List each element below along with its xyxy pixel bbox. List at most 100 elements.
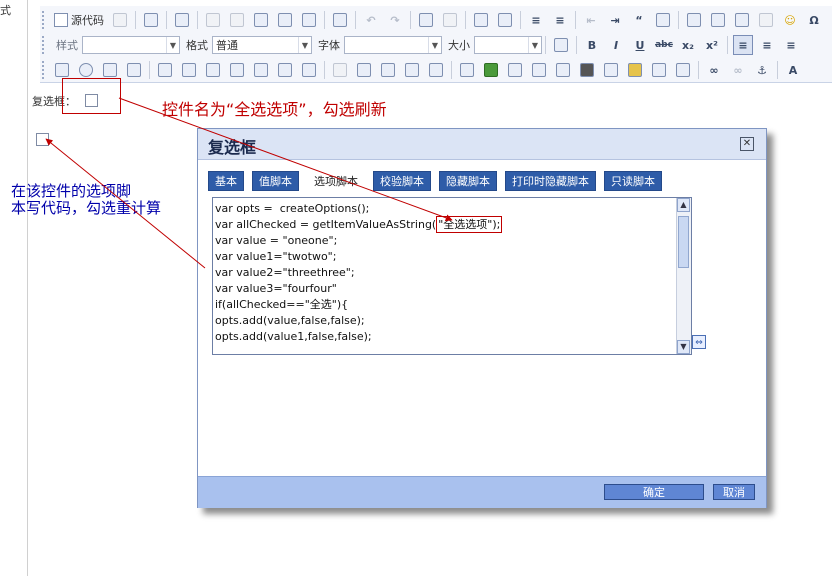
toolbar-row-3: ∞ ∞ ⚓ A [40, 58, 832, 82]
cancel-button[interactable]: 取消 [713, 484, 755, 500]
tab-control-icon[interactable] [275, 60, 295, 80]
tab-value-script[interactable]: 值脚本 [252, 171, 299, 191]
date-control-icon[interactable] [179, 60, 199, 80]
special-char-icon[interactable]: Ω [804, 10, 824, 30]
superscript-button[interactable]: x² [702, 35, 722, 55]
paste-text-icon[interactable] [275, 10, 295, 30]
cut-icon[interactable] [203, 10, 223, 30]
bold-button[interactable]: B [582, 35, 602, 55]
paste-word-icon[interactable] [299, 10, 319, 30]
replace-icon[interactable] [440, 10, 460, 30]
weixin-control-icon[interactable] [673, 60, 693, 80]
div-icon[interactable] [653, 10, 673, 30]
spellcheck-icon[interactable] [330, 10, 350, 30]
size-select[interactable]: ▼ [474, 36, 542, 54]
select-all-icon[interactable] [471, 10, 491, 30]
select-control-icon[interactable] [155, 60, 175, 80]
button-control-icon[interactable] [330, 60, 350, 80]
image-icon[interactable] [684, 10, 704, 30]
pen-control-icon[interactable] [457, 60, 477, 80]
style-select[interactable]: ▼ [82, 36, 180, 54]
close-icon[interactable]: ✕ [740, 137, 754, 151]
chevron-down-icon: ▼ [428, 37, 441, 53]
checkbox-control-icon[interactable] [52, 60, 72, 80]
code-line: opts.add(value1,false,false); [215, 330, 372, 343]
image-upload-control-icon[interactable] [426, 60, 446, 80]
underline-button[interactable]: U [630, 35, 650, 55]
ok-button[interactable]: 确定 [604, 484, 704, 500]
dialog-title: 复选框 [208, 138, 257, 157]
subscript-button[interactable]: x₂ [678, 35, 698, 55]
tab-print-hide-script[interactable]: 打印时隐藏脚本 [505, 171, 596, 191]
strike-button[interactable]: abc [654, 35, 674, 55]
view-control-icon[interactable] [299, 60, 319, 80]
source-code-button[interactable]: 源代码 [50, 11, 108, 29]
new-page-icon[interactable] [110, 10, 130, 30]
radio-control-icon[interactable] [76, 60, 96, 80]
align-left-icon[interactable]: ≡ [733, 35, 753, 55]
indent-icon[interactable]: ⇥ [605, 10, 625, 30]
paste-icon[interactable] [251, 10, 271, 30]
font-label: 字体 [318, 39, 340, 52]
flash-icon[interactable] [708, 10, 728, 30]
redo-icon[interactable]: ↷ [385, 10, 405, 30]
font-select[interactable]: ▼ [344, 36, 442, 54]
map-control-icon[interactable] [529, 60, 549, 80]
left-annotation-line-2: 本写代码，勾选重计算 [11, 199, 162, 217]
textfield-control-icon[interactable] [100, 60, 120, 80]
scroll-down-icon[interactable]: ▼ [677, 340, 690, 354]
copy-icon[interactable] [227, 10, 247, 30]
format-select[interactable]: 普通 ▼ [212, 36, 312, 54]
tab-validation-script[interactable]: 校验脚本 [373, 171, 431, 191]
vertical-scrollbar[interactable]: ▲ ▼ [676, 198, 691, 354]
script-code[interactable]: var opts = createOptions(); var allChecke… [215, 201, 675, 353]
blockquote-icon[interactable]: “ [629, 10, 649, 30]
tree-control-icon[interactable] [203, 60, 223, 80]
excel-control-icon[interactable] [625, 60, 645, 80]
toolbar-row-1: 源代码 ↶ ↷ ≡ ≡ ⇤ ⇥ “ ☺ Ω [40, 8, 832, 32]
align-right-icon[interactable]: ≡ [781, 35, 801, 55]
flow-control-icon[interactable] [553, 60, 573, 80]
link-icon[interactable]: ∞ [704, 60, 724, 80]
unlink-icon[interactable]: ∞ [728, 60, 748, 80]
upload-control-icon[interactable] [402, 60, 422, 80]
undo-icon[interactable]: ↶ [361, 10, 381, 30]
tab-option-script[interactable]: 选项脚本 [307, 171, 365, 191]
tab-basic[interactable]: 基本 [208, 171, 244, 191]
gutter-char: 式 [0, 4, 11, 17]
attachment-control-icon[interactable] [378, 60, 398, 80]
photo-control-icon[interactable] [577, 60, 597, 80]
include-control-icon[interactable] [354, 60, 374, 80]
tab-hide-script[interactable]: 隐藏脚本 [439, 171, 497, 191]
find-icon[interactable] [416, 10, 436, 30]
font-color-icon[interactable]: A [783, 60, 803, 80]
scroll-thumb[interactable] [678, 216, 689, 268]
numbered-list-icon[interactable]: ≡ [526, 10, 546, 30]
template-icon[interactable] [172, 10, 192, 30]
horizontal-rule-icon[interactable] [756, 10, 776, 30]
scroll-up-icon[interactable]: ▲ [677, 198, 690, 212]
show-blocks-icon[interactable] [551, 35, 571, 55]
grid-control-icon[interactable] [481, 60, 501, 80]
anchor-icon[interactable]: ⚓ [752, 60, 772, 80]
tab-readonly-script[interactable]: 只读脚本 [604, 171, 662, 191]
table-icon[interactable] [732, 10, 752, 30]
user-control-icon[interactable] [251, 60, 271, 80]
align-center-icon[interactable]: ≡ [757, 35, 777, 55]
smiley-icon[interactable]: ☺ [780, 10, 800, 30]
preview-icon[interactable] [141, 10, 161, 30]
highlighted-argument: "全选选项"); [436, 216, 503, 233]
report-control-icon[interactable] [505, 60, 525, 80]
online-control-icon[interactable] [649, 60, 669, 80]
code-line: var opts = createOptions(); [215, 202, 370, 215]
italic-button[interactable]: I [606, 35, 626, 55]
script-editor[interactable]: var opts = createOptions(); var allChecke… [212, 197, 692, 355]
textarea-control-icon[interactable] [124, 60, 144, 80]
remove-format-icon[interactable] [495, 10, 515, 30]
outdent-icon[interactable]: ⇤ [581, 10, 601, 30]
options-checkbox[interactable] [36, 133, 49, 146]
bulleted-list-icon[interactable]: ≡ [550, 10, 570, 30]
department-control-icon[interactable] [227, 60, 247, 80]
word-control-icon[interactable] [601, 60, 621, 80]
expand-editor-icon[interactable]: ⇔ [692, 335, 706, 349]
